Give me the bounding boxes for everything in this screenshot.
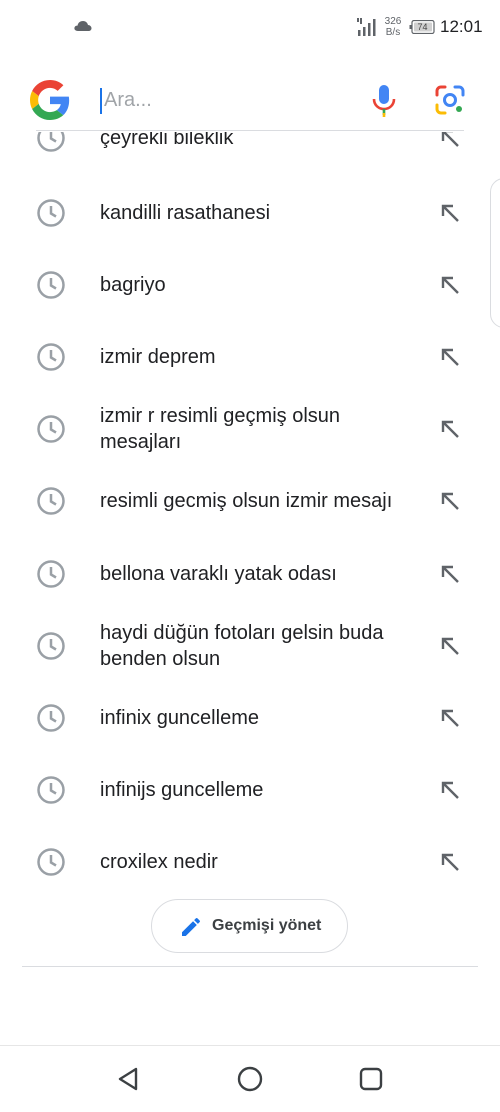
search-bar <box>0 72 500 132</box>
history-item[interactable]: izmir r resimli geçmiş olsun mesajları <box>0 393 500 465</box>
history-clock-icon <box>37 132 65 152</box>
history-clock-icon <box>37 560 65 588</box>
fill-query-arrow-icon[interactable] <box>438 201 462 225</box>
cloud-icon <box>74 21 92 31</box>
history-item[interactable]: kandilli rasathanesi <box>0 177 500 249</box>
search-input[interactable] <box>104 85 344 115</box>
history-item-label: infinijs guncelleme <box>100 779 264 801</box>
history-item[interactable]: bellona varaklı yatak odası <box>0 538 500 610</box>
manage-history-label: Geçmişi yönet <box>212 917 322 934</box>
bottom-divider <box>22 966 478 967</box>
signal-icon <box>357 18 376 36</box>
fill-query-arrow-icon[interactable] <box>438 850 462 874</box>
history-clock-icon <box>37 632 65 660</box>
fill-query-arrow-icon[interactable] <box>438 489 462 513</box>
fill-query-arrow-icon[interactable] <box>438 417 462 441</box>
history-item[interactable]: haydi düğün fotoları gelsin buda benden … <box>0 610 500 682</box>
history-item-label: haydi düğün fotoları gelsin buda benden … <box>100 622 384 670</box>
history-item-label: bellona varaklı yatak odası <box>100 563 337 585</box>
pencil-icon <box>182 917 201 936</box>
history-clock-icon <box>37 199 65 227</box>
fill-query-arrow-icon[interactable] <box>438 706 462 730</box>
history-item-label: izmir r resimli geçmiş olsun mesajları <box>100 405 341 453</box>
history-item-label: resimli gecmiş olsun izmir mesajı <box>100 490 393 512</box>
status-bar: 326 B/s 74 12:01 <box>0 0 500 56</box>
lens-icon[interactable] <box>434 84 466 116</box>
mic-icon[interactable] <box>370 84 398 118</box>
clock: 12:01 <box>440 17 483 36</box>
history-item-label: izmir deprem <box>100 346 216 368</box>
history-item[interactable]: izmir deprem <box>0 321 500 393</box>
recent-apps-icon[interactable] <box>359 1067 383 1091</box>
history-item[interactable]: infinijs guncelleme <box>0 754 500 826</box>
history-item[interactable]: infinix guncelleme <box>0 682 500 754</box>
edge-panel-handle[interactable] <box>490 178 500 328</box>
history-clock-icon <box>37 271 65 299</box>
history-item-label: croxilex nedir <box>100 851 218 873</box>
history-item-label: infinix guncelleme <box>100 707 259 729</box>
history-list: çeyrekli bileklik kandilli rasathanesi b… <box>0 132 500 892</box>
history-clock-icon <box>37 487 65 515</box>
history-clock-icon <box>37 776 65 804</box>
history-item-label: çeyrekli bileklik <box>100 132 234 149</box>
history-item[interactable]: bagriyo <box>0 249 500 321</box>
history-clock-icon <box>37 415 65 443</box>
fill-query-arrow-icon[interactable] <box>438 634 462 658</box>
fill-query-arrow-icon[interactable] <box>438 273 462 297</box>
home-icon[interactable] <box>236 1065 264 1093</box>
network-speed-value: 326 <box>384 16 402 27</box>
back-icon[interactable] <box>116 1066 142 1092</box>
history-clock-icon <box>37 848 65 876</box>
network-speed: 326 B/s <box>382 16 404 38</box>
history-clock-icon <box>37 704 65 732</box>
history-item[interactable]: çeyrekli bileklik <box>0 132 500 174</box>
history-item-label: bagriyo <box>100 274 166 296</box>
fill-query-arrow-icon[interactable] <box>438 778 462 802</box>
google-logo[interactable] <box>30 80 70 120</box>
history-item[interactable]: resimli gecmiş olsun izmir mesajı <box>0 465 500 537</box>
fill-query-arrow-icon[interactable] <box>438 132 462 150</box>
network-speed-unit: B/s <box>385 27 401 38</box>
manage-history-button[interactable]: Geçmişi yönet <box>151 899 348 953</box>
history-item[interactable]: croxilex nedir <box>0 826 500 892</box>
battery-level: 74 <box>417 22 428 32</box>
text-cursor <box>100 88 102 114</box>
history-item-label: kandilli rasathanesi <box>100 202 271 224</box>
search-divider <box>36 130 464 131</box>
fill-query-arrow-icon[interactable] <box>438 562 462 586</box>
navigation-bar <box>0 1045 500 1112</box>
fill-query-arrow-icon[interactable] <box>438 345 462 369</box>
history-clock-icon <box>37 343 65 371</box>
